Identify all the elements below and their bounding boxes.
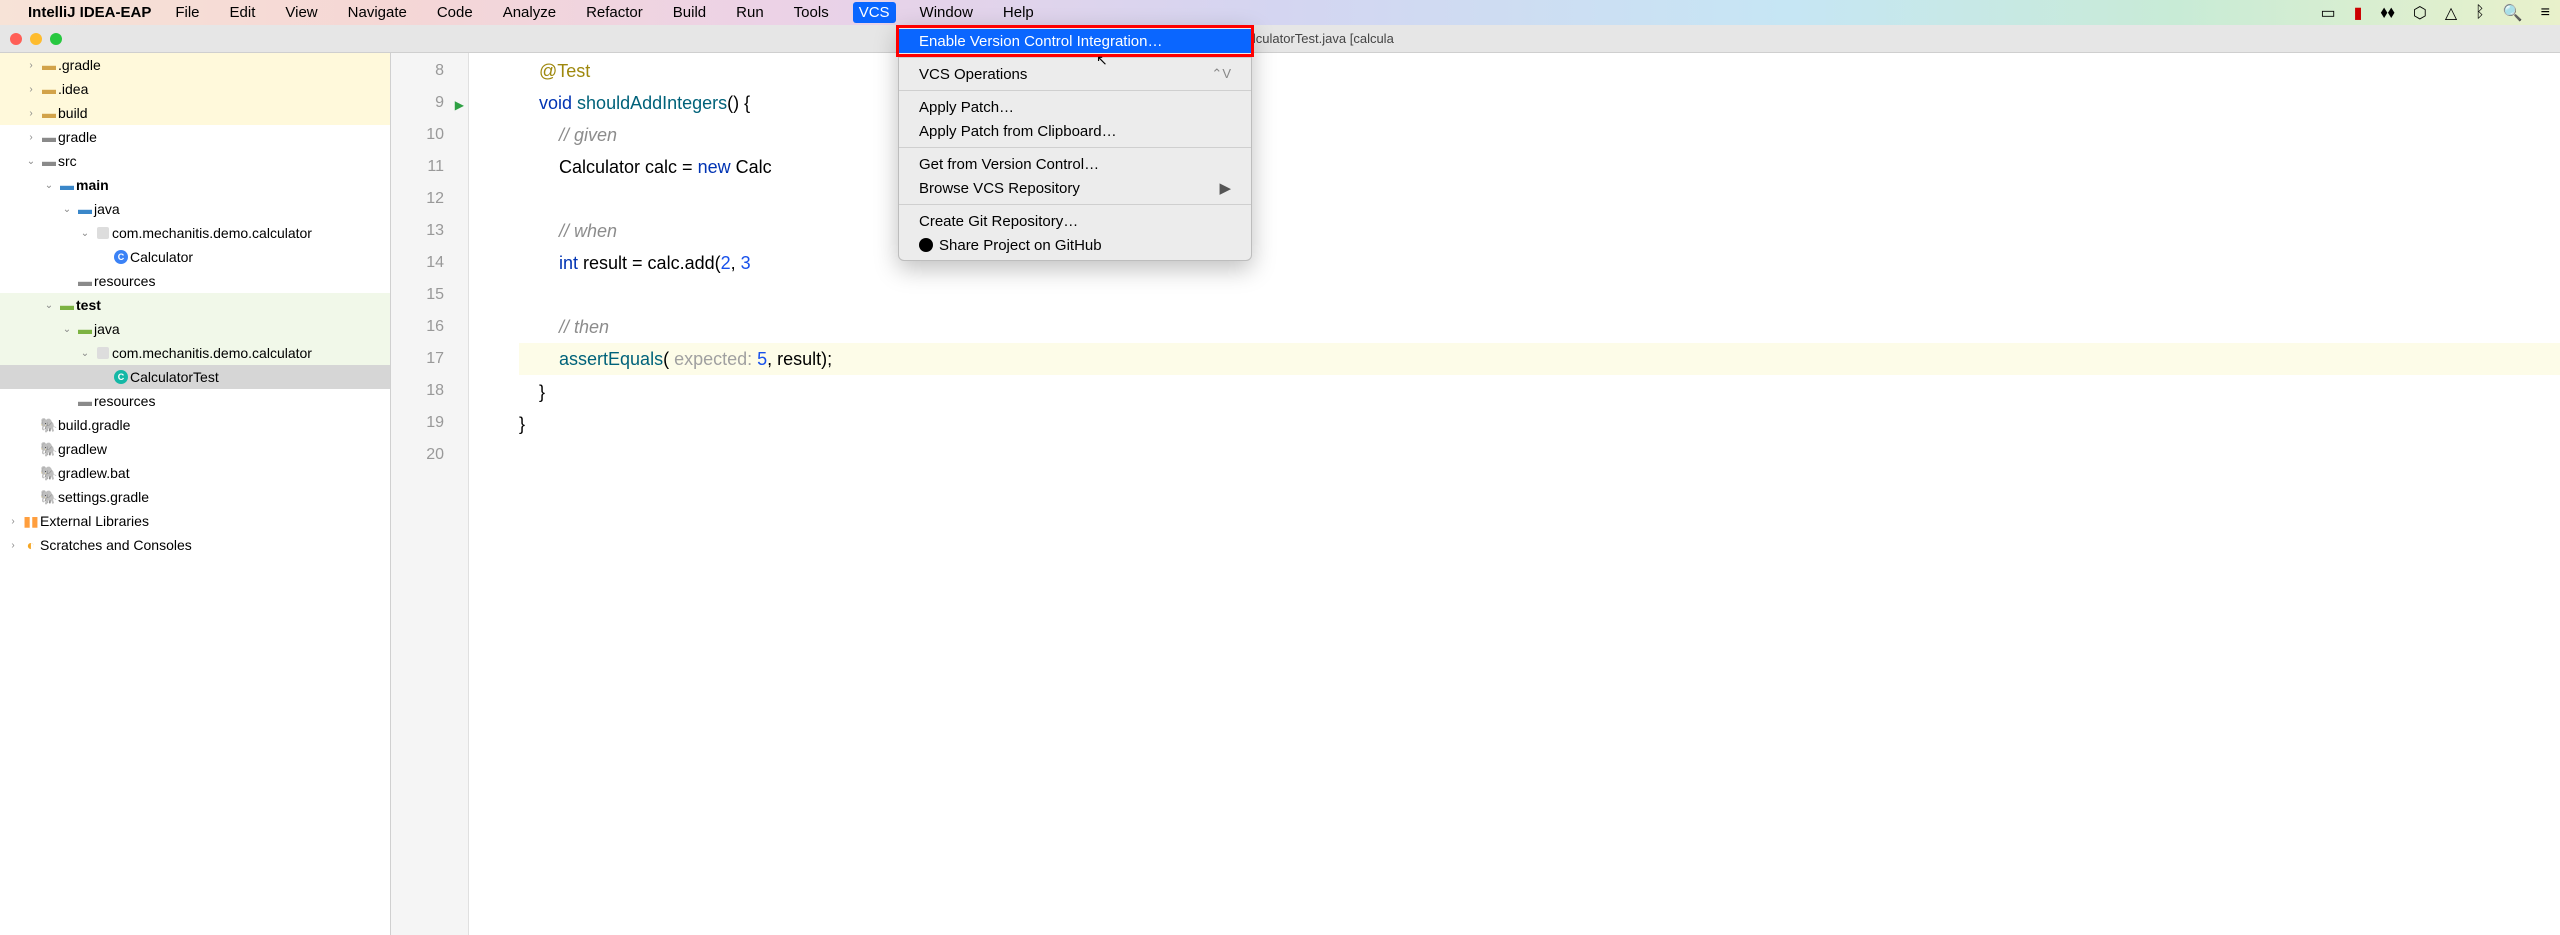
menu-window[interactable]: Window	[914, 2, 979, 23]
menu-code[interactable]: Code	[431, 2, 479, 23]
window-titlebar: calculator – CalculatorTest.java [calcul…	[0, 25, 2560, 53]
code-area[interactable]: @Test void shouldAddIntegers() { // give…	[469, 53, 2560, 935]
minimize-icon[interactable]	[30, 33, 42, 45]
menu-edit[interactable]: Edit	[224, 2, 262, 23]
menu-vcs[interactable]: VCS	[853, 2, 896, 23]
bluetooth-icon[interactable]: ᛒ	[2475, 4, 2485, 22]
menu-item[interactable]: Browse VCS Repository▶	[899, 176, 1251, 200]
tree-item[interactable]: 🐘gradlew.bat	[0, 461, 390, 485]
menu-analyze[interactable]: Analyze	[497, 2, 562, 23]
tree-item[interactable]: ⌄▬src	[0, 149, 390, 173]
menu-item[interactable]: Create Git Repository…	[899, 209, 1251, 233]
dropbox-icon[interactable]: ⬧⬧	[2380, 4, 2394, 22]
tree-item[interactable]: ›▬build	[0, 101, 390, 125]
tree-item[interactable]: CCalculator	[0, 245, 390, 269]
mac-menubar: IntelliJ IDEA-EAP File Edit View Navigate Co…	[0, 0, 2560, 25]
tray: ▭ ▮ ⬧⬧ ⬡ △ ᛒ 🔍 ≡	[2321, 3, 2551, 23]
tree-item[interactable]: ⌄▬test	[0, 293, 390, 317]
vcs-menu: Enable Version Control Integration… VCS O…	[898, 25, 1252, 261]
tree-item[interactable]: 🐘build.gradle	[0, 413, 390, 437]
menu-tools[interactable]: Tools	[788, 2, 835, 23]
menu-item[interactable]: Enable Version Control Integration…	[899, 29, 1251, 53]
tree-item[interactable]: 🐘settings.gradle	[0, 485, 390, 509]
app-name[interactable]: IntelliJ IDEA-EAP	[28, 4, 151, 21]
menu-help[interactable]: Help	[997, 2, 1040, 23]
tree-item[interactable]: ⌄▬java	[0, 317, 390, 341]
tree-item[interactable]: ⌄▬main	[0, 173, 390, 197]
tree-item[interactable]: ⌄com.mechanitis.demo.calculator	[0, 341, 390, 365]
menu-item[interactable]: Share Project on GitHub	[899, 233, 1251, 257]
search-icon[interactable]: 🔍	[2503, 3, 2523, 23]
cube-icon[interactable]: ⬡	[2413, 3, 2427, 23]
tree-item[interactable]: ⌄com.mechanitis.demo.calculator	[0, 221, 390, 245]
tree-item[interactable]: 🐘gradlew	[0, 437, 390, 461]
menu-item[interactable]: VCS Operations⌃V	[899, 62, 1251, 86]
tree-item[interactable]: ›▬.gradle	[0, 53, 390, 77]
tree-item[interactable]: ▬resources	[0, 269, 390, 293]
project-tree[interactable]: ›▬.gradle›▬.idea›▬build›▬gradle⌄▬src⌄▬ma…	[0, 53, 391, 935]
cursor-icon: ↖	[1096, 52, 1108, 69]
menu-run[interactable]: Run	[730, 2, 770, 23]
menu-navigate[interactable]: Navigate	[342, 2, 413, 23]
menu-build[interactable]: Build	[667, 2, 712, 23]
menu-file[interactable]: File	[169, 2, 205, 23]
menu-refactor[interactable]: Refactor	[580, 2, 649, 23]
gutter: ▶ 891011121314151617181920	[391, 53, 469, 935]
tree-item[interactable]: ›▬gradle	[0, 125, 390, 149]
code-editor[interactable]: ▶ 891011121314151617181920 @Test void sh…	[391, 53, 2560, 935]
tree-item[interactable]: ⌄▬java	[0, 197, 390, 221]
menu-item[interactable]: Apply Patch…	[899, 95, 1251, 119]
tree-item[interactable]: ›▮▮External Libraries	[0, 509, 390, 533]
display-icon[interactable]: ▭	[2321, 3, 2336, 23]
menu-item[interactable]: Get from Version Control…	[899, 152, 1251, 176]
run-gutter-icon[interactable]: ▶	[455, 89, 464, 121]
drive-icon[interactable]: △	[2445, 3, 2457, 23]
fullscreen-icon[interactable]	[50, 33, 62, 45]
tree-item[interactable]: ›▬.idea	[0, 77, 390, 101]
tree-item[interactable]: ▬resources	[0, 389, 390, 413]
github-icon	[919, 238, 933, 252]
close-icon[interactable]	[10, 33, 22, 45]
tree-item[interactable]: ›◐Scratches and Consoles	[0, 533, 390, 557]
record-icon[interactable]: ▮	[2354, 3, 2363, 23]
menu-view[interactable]: View	[279, 2, 323, 23]
tree-item[interactable]: CCalculatorTest	[0, 365, 390, 389]
list-icon[interactable]: ≡	[2541, 4, 2550, 22]
menu-item[interactable]: Apply Patch from Clipboard…	[899, 119, 1251, 143]
